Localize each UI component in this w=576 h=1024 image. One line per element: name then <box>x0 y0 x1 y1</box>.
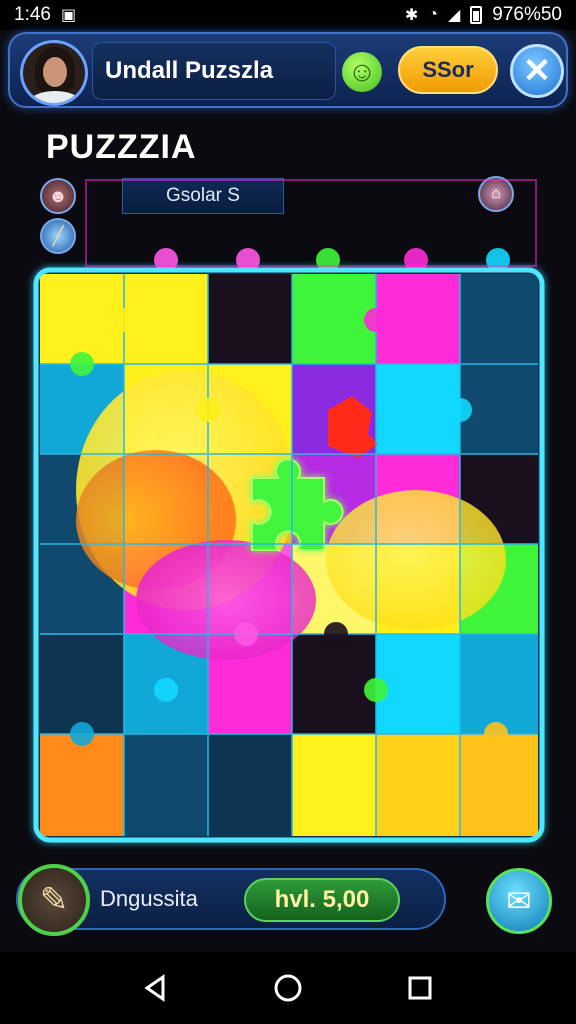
close-icon: ✕ <box>522 52 552 90</box>
page-title: PUZZZIA <box>46 128 197 166</box>
signal-icon: ◢ <box>447 7 461 24</box>
battery-icon <box>470 6 483 24</box>
brush-icon: ✎ <box>39 881 69 919</box>
brush-button[interactable]: ✎ <box>18 864 90 936</box>
gallery-icon: ⌂ <box>491 185 501 202</box>
tile[interactable] <box>376 734 460 836</box>
tile[interactable] <box>40 274 124 364</box>
person-icon: ☻ <box>48 185 68 206</box>
nav-bar <box>0 952 576 1024</box>
wand-icon: ╱ <box>52 225 64 246</box>
avatar[interactable] <box>20 40 88 106</box>
tile[interactable] <box>40 734 124 836</box>
tile[interactable] <box>208 734 292 836</box>
search-tag[interactable]: Gsolar S <box>122 178 284 214</box>
bottom-label: Dngussita <box>100 886 198 911</box>
notification-icon: ▣ <box>60 7 77 24</box>
header-bar: Undall Puzszla ☺ SSor ✕ <box>8 32 568 108</box>
tile[interactable] <box>124 274 208 364</box>
mail-icon: ✉ <box>506 884 532 918</box>
back-icon <box>144 974 165 1002</box>
puzzle-board[interactable] <box>33 179 545 843</box>
tile[interactable] <box>124 734 208 836</box>
game-title: Undall Puzszla <box>92 42 336 100</box>
tile[interactable] <box>460 734 538 836</box>
back-button[interactable] <box>126 958 186 1018</box>
tile[interactable] <box>292 274 376 364</box>
puzzle-board-svg <box>33 179 545 843</box>
tile[interactable] <box>40 634 124 734</box>
score-button[interactable]: SSor <box>398 46 498 94</box>
tile[interactable] <box>376 364 460 454</box>
smile-icon[interactable]: ☺ <box>342 52 382 92</box>
status-right: ✱ ◔ ◢ 976%50 <box>405 4 562 26</box>
gallery-button[interactable]: ⌂ <box>478 176 514 212</box>
mail-button[interactable]: ✉ <box>486 868 552 934</box>
recents-icon <box>408 976 432 1000</box>
status-bar: 1:46 ▣ ✱ ◔ ◢ 976%50 <box>0 0 576 30</box>
bluetooth-icon: ✱ <box>404 7 419 24</box>
tile[interactable] <box>292 634 376 734</box>
profile-mini-button[interactable]: ☻ <box>40 178 76 214</box>
status-right-text: 976%50 <box>492 4 562 25</box>
tile[interactable] <box>292 734 376 836</box>
tile[interactable] <box>460 274 538 364</box>
home-icon <box>274 974 302 1002</box>
tile[interactable] <box>376 634 460 734</box>
hint-button[interactable]: ╱ <box>40 218 76 254</box>
tile[interactable] <box>460 634 538 734</box>
close-button[interactable]: ✕ <box>510 44 564 98</box>
status-left: 1:46 ▣ <box>14 4 76 26</box>
tile[interactable] <box>208 274 292 364</box>
home-button[interactable] <box>258 958 318 1018</box>
wifi-icon: ◔ <box>428 6 438 23</box>
tile[interactable] <box>376 274 460 364</box>
recents-button[interactable] <box>390 958 450 1018</box>
status-time: 1:46 <box>14 4 51 25</box>
level-pill[interactable]: hvl. 5,00 <box>244 878 400 922</box>
